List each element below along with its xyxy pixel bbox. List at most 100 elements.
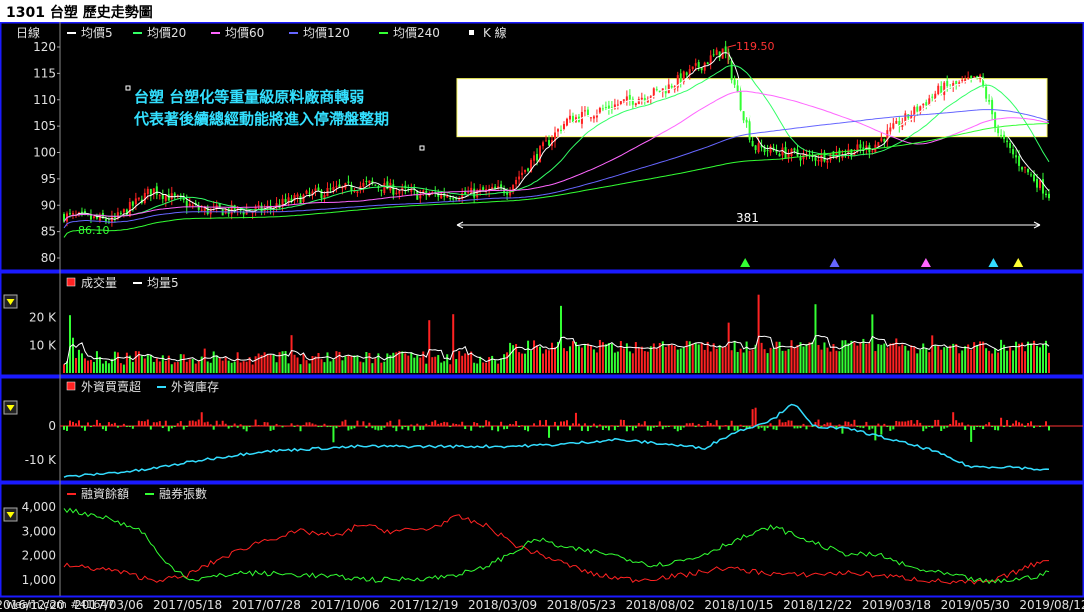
- candle-body: [877, 142, 880, 147]
- foreign-bar: [368, 422, 371, 426]
- volume-bar: [649, 346, 652, 373]
- signal-triangle-icon: [740, 258, 751, 267]
- stock-chart: 80 85 90 95 100 105 110 115 120 10 K 20 K -10 K 0 1,0…: [0, 22, 1084, 612]
- foreign-bar: [140, 421, 143, 426]
- x-axis-date-label: 2018/10/15: [704, 598, 773, 612]
- foreign-bar: [116, 426, 119, 428]
- price-tick-label: 90: [41, 198, 56, 212]
- candle-body: [545, 140, 548, 142]
- foreign-bar: [616, 426, 619, 427]
- volume-bar: [718, 345, 721, 373]
- volume-bar: [727, 322, 730, 373]
- foreign-bar: [80, 426, 83, 428]
- volume-bar: [218, 358, 221, 373]
- volume-bar: [637, 347, 640, 373]
- volume-bar: [374, 358, 377, 373]
- foreign-bar: [533, 423, 536, 426]
- volume-bar: [850, 340, 853, 373]
- volume-bar: [518, 352, 521, 373]
- foreign-bar: [628, 426, 631, 427]
- foreign-bar: [389, 420, 392, 426]
- margin-tick-label: 2,000: [22, 549, 56, 563]
- foreign-bar: [850, 423, 853, 426]
- foreign-bar: [404, 426, 407, 427]
- foreign-bar: [736, 426, 739, 431]
- candle-body: [158, 195, 161, 197]
- foreign-bar: [721, 425, 724, 427]
- foreign-bar: [488, 421, 491, 426]
- foreign-bar: [104, 426, 107, 431]
- foreign-bar: [865, 421, 868, 426]
- volume-bar: [787, 349, 790, 373]
- foreign-bar: [491, 426, 494, 431]
- volume-bar: [673, 345, 676, 373]
- volume-bar: [176, 362, 179, 373]
- foreign-bar: [356, 420, 359, 426]
- candle-body: [925, 102, 928, 106]
- volume-bar: [521, 353, 524, 373]
- foreign-bar: [326, 426, 329, 428]
- volume-bar: [533, 340, 536, 373]
- candle-body: [335, 186, 338, 188]
- foreign-bar: [449, 426, 452, 427]
- volume-bar: [542, 353, 545, 373]
- volume-bar: [179, 354, 182, 373]
- candle-body: [997, 128, 1000, 134]
- candle-body: [967, 77, 970, 79]
- volume-bar: [305, 360, 308, 373]
- volume-bar: [808, 342, 811, 373]
- foreign-bar: [509, 423, 512, 426]
- candle-body: [973, 76, 976, 78]
- foreign-bar: [691, 422, 694, 426]
- title-bar: 1301 台塑 歷史走勢圖: [0, 0, 1084, 22]
- foreign-bar: [119, 425, 122, 427]
- foreign-bar: [263, 422, 266, 426]
- volume-bar: [191, 359, 194, 373]
- foreign-bar: [592, 423, 595, 426]
- foreign-bar: [275, 423, 278, 426]
- volume-bar: [1021, 342, 1024, 373]
- foreign-bar: [170, 426, 173, 429]
- candle-body: [380, 189, 383, 192]
- candle-body: [634, 103, 637, 106]
- candle-body: [137, 197, 140, 200]
- foreign-bar: [191, 420, 194, 426]
- volume-bar: [1039, 347, 1042, 373]
- foreign-bar: [476, 423, 479, 426]
- candle-body: [119, 212, 122, 214]
- foreign-bar: [868, 426, 871, 430]
- marker-square: [419, 145, 425, 151]
- candle-body: [1021, 167, 1024, 170]
- foreign-bar: [574, 412, 577, 426]
- volume-bar: [898, 346, 901, 373]
- foreign-bar: [1039, 426, 1042, 427]
- volume-bar: [724, 346, 727, 373]
- annotation-line-2: 代表著後續總經動能將進入停滯盤整期: [133, 110, 389, 128]
- volume-bar: [491, 355, 494, 373]
- candle-body: [80, 211, 83, 213]
- volume-bar: [212, 351, 215, 373]
- candle-body: [1003, 134, 1006, 140]
- foreign-bar: [760, 426, 763, 428]
- foreign-bar: [515, 421, 518, 426]
- volume-bar: [113, 351, 116, 373]
- volume-bar: [928, 352, 931, 373]
- foreign-bar: [886, 426, 889, 427]
- margin-lines: [63, 507, 1050, 585]
- volume-bar: [344, 356, 347, 373]
- foreign-bar: [649, 426, 652, 431]
- window-title: 1301 台塑 歷史走勢圖: [6, 5, 153, 21]
- candle-body: [892, 123, 895, 129]
- volume-bar: [341, 360, 344, 373]
- foreign-bar: [182, 426, 185, 430]
- volume-bar: [365, 352, 368, 373]
- volume-bar: [125, 352, 128, 373]
- x-axis-date-label: 2019/03/18: [862, 598, 931, 612]
- foreign-bar: [766, 426, 769, 429]
- candle-body: [712, 54, 715, 56]
- foreign-bar: [613, 426, 616, 431]
- candle-body: [991, 99, 994, 115]
- candle-body: [757, 143, 760, 153]
- foreign-bar: [586, 426, 589, 432]
- volume-bar: [631, 353, 634, 373]
